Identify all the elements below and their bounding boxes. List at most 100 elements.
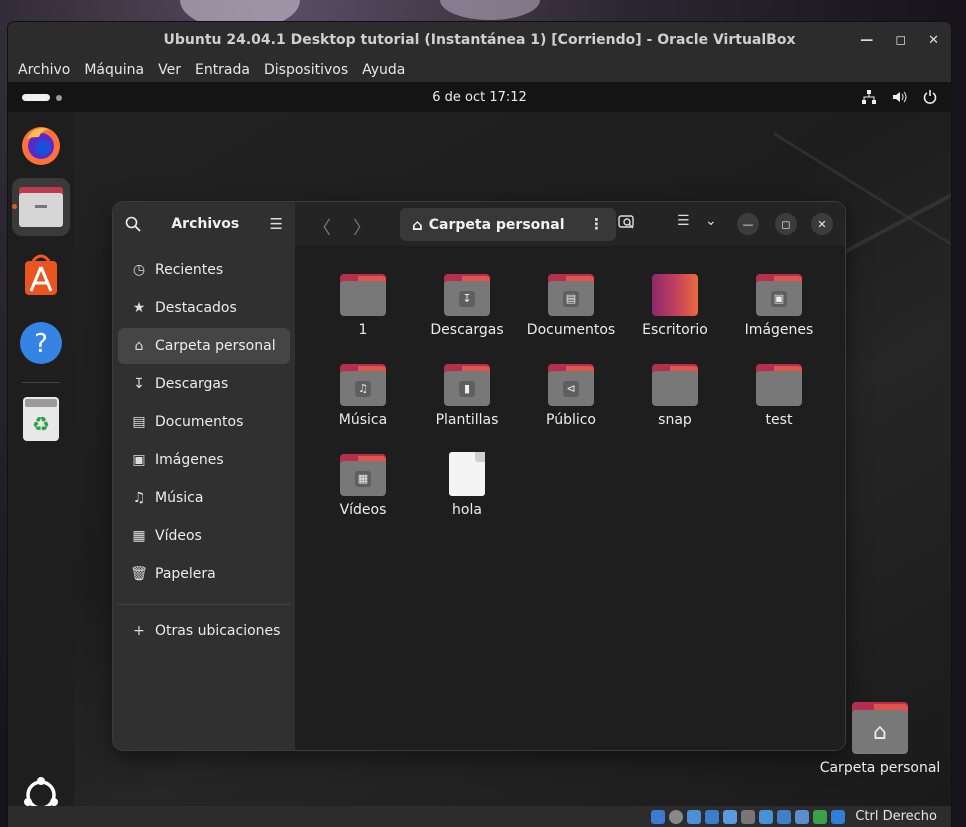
recording-icon[interactable]: [777, 809, 792, 824]
document-folder-icon: ▤: [548, 274, 594, 316]
show-apps-button[interactable]: [12, 766, 70, 806]
sidebar-item-carpeta-personal[interactable]: ⌂ Carpeta personal: [118, 328, 290, 364]
menu-dispositivos[interactable]: Dispositivos: [264, 62, 348, 78]
close-icon[interactable]: ✕: [928, 33, 939, 48]
display-icon[interactable]: [759, 809, 774, 824]
menu-archivo[interactable]: Archivo: [18, 62, 70, 78]
search-icon[interactable]: [125, 216, 141, 232]
chevron-down-icon[interactable]: ⌄: [705, 213, 717, 229]
files-sidebar: Archivos ☰ ◷ Recientes ★ Destacados ⌂ Ca…: [113, 202, 295, 750]
music-icon: ♫: [132, 490, 146, 506]
trash-launcher[interactable]: ♻: [12, 390, 70, 448]
help-launcher[interactable]: ?: [12, 314, 70, 372]
menu-ver[interactable]: Ver: [158, 62, 181, 78]
share-folder-icon: ⊲: [548, 364, 594, 406]
workspace-active-indicator: [22, 94, 50, 101]
mouse-integration-icon[interactable]: [831, 809, 846, 824]
video-folder-icon: ▦: [340, 454, 386, 496]
trash-icon: ♻: [23, 397, 59, 441]
hard-disk-icon[interactable]: [651, 809, 666, 824]
minimize-icon[interactable]: —: [737, 213, 759, 235]
grid-item-descargas[interactable]: ↧ Descargas: [415, 274, 519, 338]
music-folder-icon: ♫: [340, 364, 386, 406]
sidebar-item-imagenes[interactable]: ▣ Imágenes: [118, 442, 290, 478]
close-icon[interactable]: ✕: [811, 213, 833, 235]
path-bar[interactable]: ⌂ Carpeta personal ⋮: [400, 208, 616, 241]
app-center-launcher[interactable]: [12, 246, 70, 304]
image-icon: ▣: [132, 452, 146, 468]
sidebar-item-papelera[interactable]: 🗑 Papelera: [118, 556, 290, 592]
app-title: Archivos: [171, 216, 240, 232]
grid-item-publico[interactable]: ⊲ Público: [519, 364, 623, 428]
cpu-icon[interactable]: [813, 809, 828, 824]
menu-entrada[interactable]: Entrada: [195, 62, 250, 78]
download-folder-icon: ↧: [444, 274, 490, 316]
item-label: Descargas: [430, 322, 504, 338]
ubuntu-dock: ? ♻: [8, 112, 74, 806]
grid-item-test[interactable]: test: [727, 364, 831, 428]
menu-maquina[interactable]: Máquina: [84, 62, 144, 78]
sidebar-item-recientes[interactable]: ◷ Recientes: [118, 252, 290, 288]
back-icon[interactable]: 〈: [313, 214, 331, 240]
window-controls: — ◻ ✕: [860, 22, 939, 58]
sidebar-item-label: Recientes: [155, 262, 224, 278]
optical-drive-icon[interactable]: [669, 809, 684, 824]
firefox-launcher[interactable]: [12, 116, 70, 174]
text-file-icon: [449, 452, 485, 496]
search-folder-icon[interactable]: [618, 213, 636, 233]
item-label: test: [765, 412, 793, 428]
item-label: Vídeos: [339, 502, 387, 518]
clock[interactable]: 6 de oct 17:12: [432, 90, 527, 105]
grid-item-snap[interactable]: snap: [623, 364, 727, 428]
virtualization-icon[interactable]: [795, 809, 810, 824]
sidebar-item-destacados[interactable]: ★ Destacados: [118, 290, 290, 326]
sidebar-item-otras-ubicaciones[interactable]: + Otras ubicaciones: [118, 613, 290, 649]
desktop-home-icon[interactable]: ⌂ Carpeta personal: [814, 702, 946, 776]
grid-item-1[interactable]: 1: [311, 274, 415, 338]
files-launcher[interactable]: [12, 178, 70, 236]
menu-ayuda[interactable]: Ayuda: [362, 62, 405, 78]
workspace-indicator: [56, 94, 62, 101]
grid-item-documentos[interactable]: ▤ Documentos: [519, 274, 623, 338]
sidebar-item-musica[interactable]: ♫ Música: [118, 480, 290, 516]
item-label: 1: [358, 322, 368, 338]
item-label: snap: [658, 412, 692, 428]
desktop-home-label: Carpeta personal: [819, 760, 941, 776]
home-icon: ⌂: [412, 215, 423, 234]
grid-item-videos[interactable]: ▦ Vídeos: [311, 454, 415, 518]
sidebar-item-label: Imágenes: [155, 452, 224, 468]
hamburger-menu-icon[interactable]: ☰: [270, 215, 283, 233]
firefox-icon: [22, 127, 60, 165]
dock-separator: [22, 382, 60, 383]
folder-icon: [340, 274, 386, 316]
sidebar-item-videos[interactable]: ▦ Vídeos: [118, 518, 290, 554]
grid-item-hola[interactable]: hola: [415, 452, 519, 518]
grid-item-escritorio[interactable]: Escritorio: [623, 274, 727, 338]
window-titlebar[interactable]: Ubuntu 24.04.1 Desktop tutorial (Instant…: [8, 22, 951, 58]
network-icon[interactable]: [705, 809, 720, 824]
list-view-icon[interactable]: ☰: [677, 213, 690, 229]
video-icon: ▦: [132, 528, 146, 544]
minimize-icon[interactable]: —: [860, 33, 873, 48]
sidebar-item-descargas[interactable]: ↧ Descargas: [118, 366, 290, 402]
maximize-icon[interactable]: ◻: [775, 213, 797, 235]
sidebar-item-documentos[interactable]: ▤ Documentos: [118, 404, 290, 440]
vbox-menubar: Archivo Máquina Ver Entrada Dispositivos…: [8, 58, 951, 82]
item-label: hola: [452, 502, 482, 518]
maximize-icon[interactable]: ◻: [895, 33, 906, 48]
svg-text:♻: ♻: [32, 412, 50, 436]
shared-folders-icon[interactable]: [741, 809, 756, 824]
image-folder-icon: ▣: [756, 274, 802, 316]
usb-icon[interactable]: [723, 809, 738, 824]
activities-indicator[interactable]: [22, 94, 62, 101]
files-icon: [19, 187, 63, 227]
grid-item-imagenes[interactable]: ▣ Imágenes: [727, 274, 831, 338]
item-label: Plantillas: [435, 412, 499, 428]
vbox-statusbar: Ctrl Derecho: [8, 806, 951, 827]
forward-icon[interactable]: 〉: [353, 214, 371, 240]
grid-item-musica[interactable]: ♫ Música: [311, 364, 415, 428]
grid-item-plantillas[interactable]: ▮ Plantillas: [415, 364, 519, 428]
audio-icon[interactable]: [687, 809, 702, 824]
path-menu-icon[interactable]: ⋮: [589, 215, 604, 233]
system-tray[interactable]: [862, 82, 937, 112]
